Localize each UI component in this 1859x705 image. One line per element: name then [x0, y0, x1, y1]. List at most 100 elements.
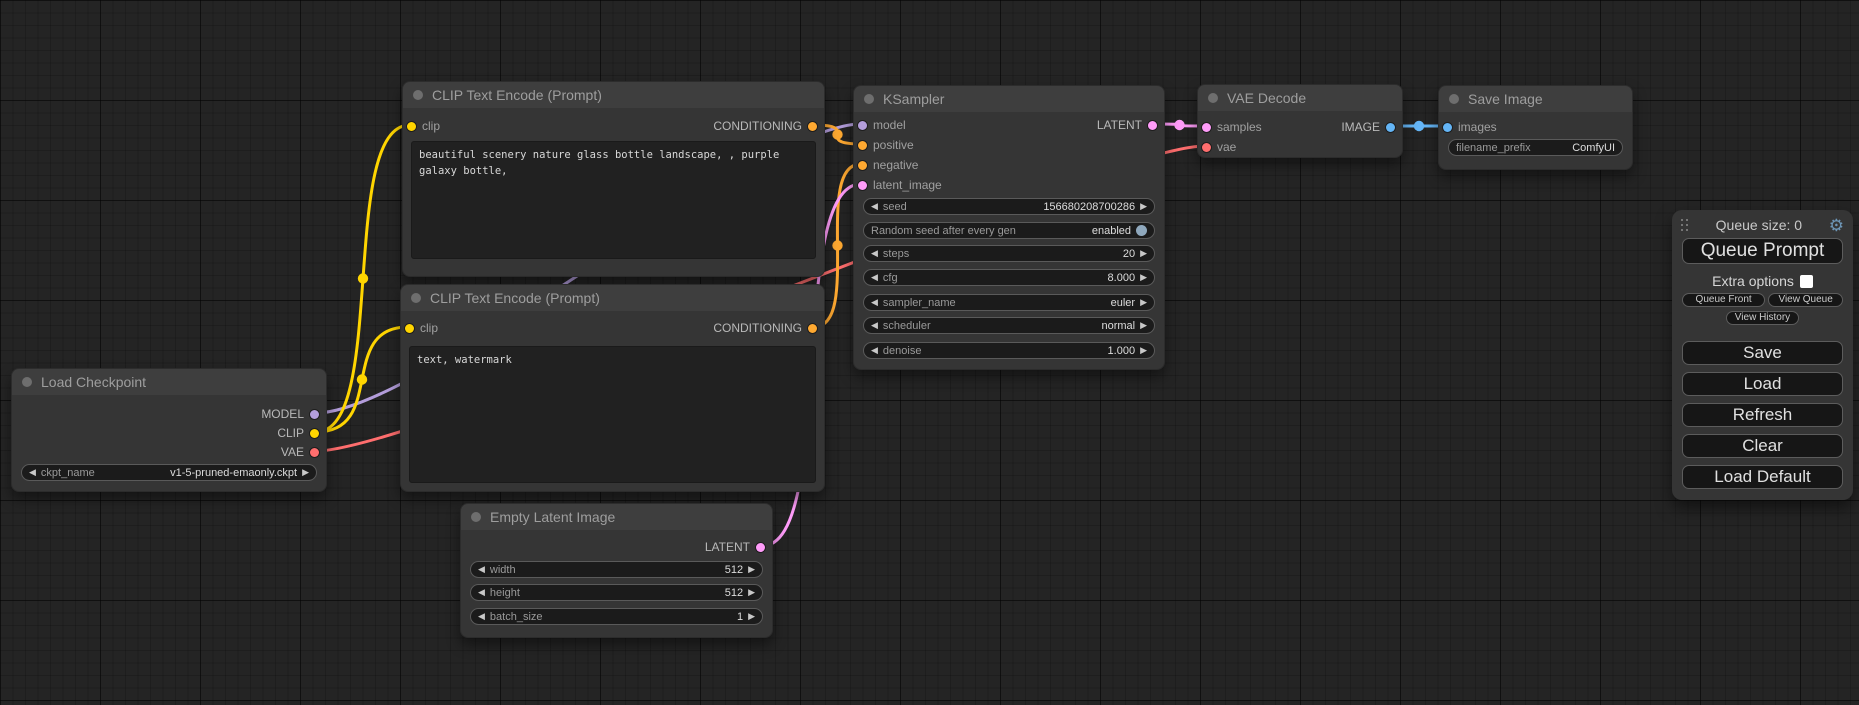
- ksampler-node[interactable]: KSamplermodelLATENTpositivenegativelaten…: [853, 85, 1165, 370]
- link-midpoint-dot: [832, 240, 842, 250]
- clip-text-encode-positive-node[interactable]: CLIP Text Encode (Prompt)clipCONDITIONIN…: [402, 81, 825, 277]
- decrement-arrow-icon[interactable]: ◀: [871, 346, 878, 355]
- empty-latent-image-widget-height[interactable]: ◀height512▶: [470, 584, 763, 601]
- increment-arrow-icon[interactable]: ▶: [748, 612, 755, 621]
- clip-text-encode-negative-prompt-textarea[interactable]: text, watermark: [409, 346, 816, 483]
- widget-value: 512: [725, 564, 743, 576]
- slot-label: LATENT: [705, 540, 750, 554]
- widget-value: 8.000: [1108, 272, 1136, 284]
- clip-text-encode-positive-prompt-textarea[interactable]: beautiful scenery nature glass bottle la…: [411, 141, 816, 259]
- widget-label: sampler_name: [883, 297, 956, 309]
- collapse-dot-icon[interactable]: [413, 90, 423, 100]
- decrement-arrow-icon[interactable]: ◀: [871, 202, 878, 211]
- widget-label: denoise: [883, 345, 922, 357]
- increment-arrow-icon[interactable]: ▶: [1140, 249, 1147, 258]
- queue-panel: Queue size: 0 ⚙ Queue Prompt Extra optio…: [1672, 210, 1853, 500]
- node-title: VAE Decode: [1227, 90, 1306, 106]
- increment-arrow-icon[interactable]: ▶: [1140, 298, 1147, 307]
- negative-input-dot[interactable]: [858, 161, 867, 170]
- increment-arrow-icon[interactable]: ▶: [1140, 202, 1147, 211]
- ksampler-widget-scheduler[interactable]: ◀schedulernormal▶: [863, 317, 1155, 334]
- increment-arrow-icon[interactable]: ▶: [1140, 346, 1147, 355]
- node-title-bar[interactable]: Empty Latent Image: [461, 504, 772, 530]
- node-title-bar[interactable]: Save Image: [1439, 86, 1632, 112]
- decrement-arrow-icon[interactable]: ◀: [29, 468, 36, 477]
- node-title-bar[interactable]: CLIP Text Encode (Prompt): [403, 82, 824, 108]
- queue-front-button[interactable]: Queue Front: [1682, 293, 1765, 307]
- node-title-bar[interactable]: KSampler: [854, 86, 1164, 112]
- image-output-dot[interactable]: [1386, 123, 1395, 132]
- clear-button[interactable]: Clear: [1682, 434, 1843, 458]
- vae-input-dot[interactable]: [1202, 143, 1211, 152]
- empty-latent-image-widget-batch_size[interactable]: ◀batch_size1▶: [470, 608, 763, 625]
- toggle-dot[interactable]: [1136, 225, 1147, 236]
- collapse-dot-icon[interactable]: [411, 293, 421, 303]
- increment-arrow-icon[interactable]: ▶: [1140, 273, 1147, 282]
- conditioning-output-dot[interactable]: [808, 122, 817, 131]
- queue-prompt-button[interactable]: Queue Prompt: [1682, 238, 1843, 264]
- ksampler-widget-random-seed-after-every-gen[interactable]: Random seed after every genenabled: [863, 222, 1155, 239]
- save-image-widget-filename_prefix[interactable]: filename_prefixComfyUI: [1448, 139, 1623, 156]
- collapse-dot-icon[interactable]: [864, 94, 874, 104]
- decrement-arrow-icon[interactable]: ◀: [478, 588, 485, 597]
- collapse-dot-icon[interactable]: [1208, 93, 1218, 103]
- decrement-arrow-icon[interactable]: ◀: [478, 612, 485, 621]
- ksampler-widget-cfg[interactable]: ◀cfg8.000▶: [863, 269, 1155, 286]
- ksampler-widget-steps[interactable]: ◀steps20▶: [863, 245, 1155, 262]
- collapse-dot-icon[interactable]: [22, 377, 32, 387]
- increment-arrow-icon[interactable]: ▶: [748, 588, 755, 597]
- graph-canvas[interactable]: Load CheckpointMODELCLIPVAE◀ckpt_namev1-…: [0, 0, 1859, 705]
- decrement-arrow-icon[interactable]: ◀: [478, 565, 485, 574]
- decrement-arrow-icon[interactable]: ◀: [871, 249, 878, 258]
- increment-arrow-icon[interactable]: ▶: [302, 468, 309, 477]
- drag-handle-icon[interactable]: [1681, 219, 1689, 232]
- settings-gear-icon[interactable]: ⚙: [1829, 217, 1844, 234]
- node-title-bar[interactable]: Load Checkpoint: [12, 369, 326, 395]
- clip-output-dot[interactable]: [310, 429, 319, 438]
- view-queue-button[interactable]: View Queue: [1768, 293, 1843, 307]
- save-button[interactable]: Save: [1682, 341, 1843, 365]
- images-input-dot[interactable]: [1443, 123, 1452, 132]
- collapse-dot-icon[interactable]: [1449, 94, 1459, 104]
- node-title-bar[interactable]: CLIP Text Encode (Prompt): [401, 285, 824, 311]
- ksampler-widget-denoise[interactable]: ◀denoise1.000▶: [863, 342, 1155, 359]
- increment-arrow-icon[interactable]: ▶: [748, 565, 755, 574]
- load-checkpoint-widget-ckpt_name[interactable]: ◀ckpt_namev1-5-pruned-emaonly.ckpt▶: [21, 464, 317, 481]
- widget-value: 512: [725, 587, 743, 599]
- widget-label: seed: [883, 201, 907, 213]
- link-midpoint-dot: [358, 273, 368, 283]
- ksampler-widget-sampler_name[interactable]: ◀sampler_nameeuler▶: [863, 294, 1155, 311]
- load-checkpoint-node[interactable]: Load CheckpointMODELCLIPVAE◀ckpt_namev1-…: [11, 368, 327, 492]
- collapse-dot-icon[interactable]: [471, 512, 481, 522]
- vae-decode-node[interactable]: VAE DecodesamplesIMAGEvae: [1197, 84, 1403, 158]
- latent_image-input-dot[interactable]: [858, 181, 867, 190]
- ksampler-slot-latent_image: latent_image: [854, 176, 1164, 194]
- widget-value: ComfyUI: [1572, 142, 1615, 154]
- load-checkpoint-slot-model: MODEL: [12, 405, 326, 423]
- vae-output-dot[interactable]: [310, 448, 319, 457]
- empty-latent-image-node[interactable]: Empty Latent ImageLATENT◀width512▶◀heigh…: [460, 503, 773, 638]
- save-image-node[interactable]: Save Imageimagesfilename_prefixComfyUI: [1438, 85, 1633, 170]
- latent-output-dot[interactable]: [756, 543, 765, 552]
- view-history-button[interactable]: View History: [1726, 311, 1799, 325]
- clip-text-encode-negative-node[interactable]: CLIP Text Encode (Prompt)clipCONDITIONIN…: [400, 284, 825, 492]
- model-output-dot[interactable]: [310, 410, 319, 419]
- extra-options-checkbox[interactable]: [1800, 275, 1813, 288]
- empty-latent-image-widget-width[interactable]: ◀width512▶: [470, 561, 763, 578]
- node-title-bar[interactable]: VAE Decode: [1198, 85, 1402, 111]
- increment-arrow-icon[interactable]: ▶: [1140, 321, 1147, 330]
- queue-actions: Save Load Refresh Clear Load Default: [1682, 341, 1843, 489]
- positive-input-dot[interactable]: [858, 141, 867, 150]
- refresh-button[interactable]: Refresh: [1682, 403, 1843, 427]
- node-title: CLIP Text Encode (Prompt): [432, 87, 602, 103]
- decrement-arrow-icon[interactable]: ◀: [871, 298, 878, 307]
- conditioning-output-dot[interactable]: [808, 324, 817, 333]
- ksampler-widget-seed[interactable]: ◀seed156680208700286▶: [863, 198, 1155, 215]
- vae-decode-slot-vae: vae: [1198, 138, 1402, 156]
- decrement-arrow-icon[interactable]: ◀: [871, 273, 878, 282]
- decrement-arrow-icon[interactable]: ◀: [871, 321, 878, 330]
- load-default-button[interactable]: Load Default: [1682, 465, 1843, 489]
- load-button[interactable]: Load: [1682, 372, 1843, 396]
- latent-output-dot[interactable]: [1148, 121, 1157, 130]
- view-history-row: View History: [1672, 311, 1853, 325]
